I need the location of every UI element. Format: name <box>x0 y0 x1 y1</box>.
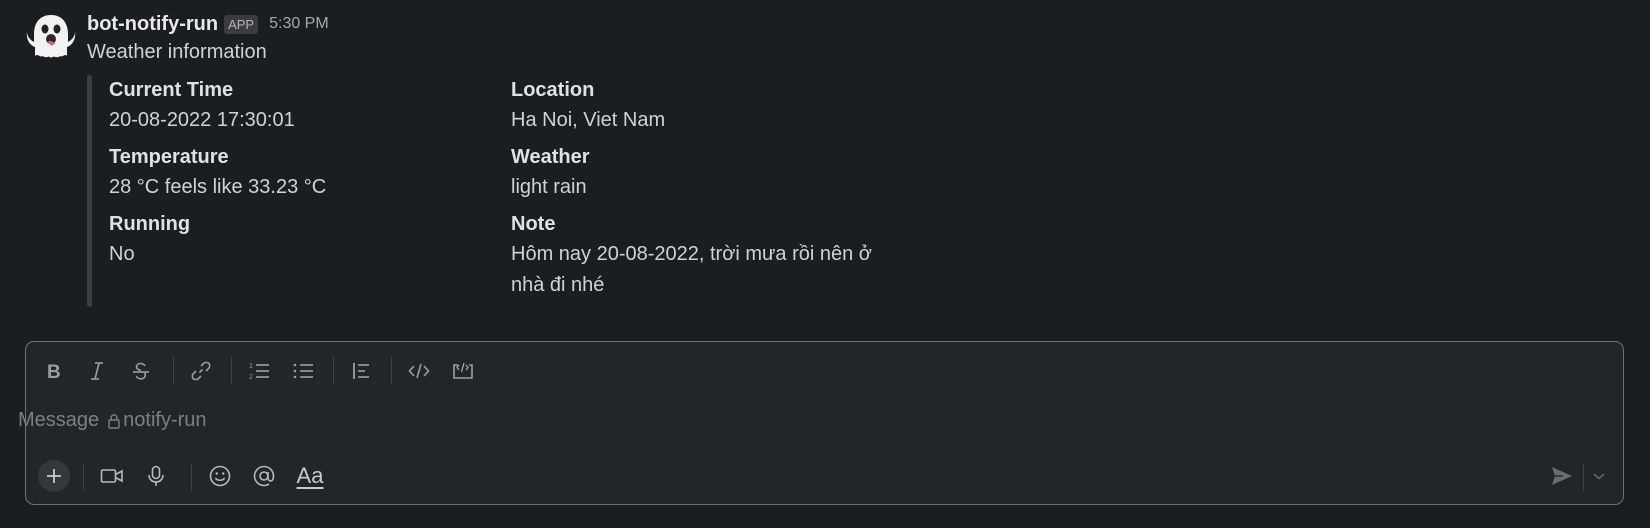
link-icon[interactable] <box>186 356 216 386</box>
field-title: Current Time <box>109 79 234 101</box>
field-title: Location <box>511 79 595 101</box>
blockquote-icon[interactable] <box>346 356 376 386</box>
svg-text:1: 1 <box>249 363 253 370</box>
field-note: Note Hôm nay 20-08-2022, trời mưa rồi nê… <box>511 209 901 301</box>
field-title: Temperature <box>109 146 229 168</box>
formatting-toolbar: B 12 <box>26 342 1623 399</box>
channel-name: notify-run <box>123 409 207 431</box>
field-current-time: Current Time 20-08-2022 17:30:01 <box>109 75 489 136</box>
field-value: Ha Noi, Viet Nam <box>511 109 666 131</box>
message-text: Weather information <box>87 41 267 63</box>
field-value: No <box>109 243 135 265</box>
format-text-icon[interactable]: Aa <box>292 460 328 492</box>
italic-icon[interactable] <box>82 356 112 386</box>
ghost-avatar-icon[interactable] <box>24 12 78 62</box>
code-block-icon[interactable] <box>448 356 478 386</box>
field-location: Location Ha Noi, Viet Nam <box>511 75 901 136</box>
emoji-icon[interactable] <box>204 460 236 492</box>
mention-icon[interactable] <box>248 460 280 492</box>
toolbar-divider <box>391 357 392 385</box>
toolbar-divider <box>231 357 232 385</box>
send-icon[interactable] <box>1546 460 1578 492</box>
message-composer: B 12 Aa <box>25 341 1624 505</box>
format-text-label: Aa <box>296 463 324 488</box>
field-title: Weather <box>511 146 590 168</box>
field-running: Running No <box>109 209 489 270</box>
bulleted-list-icon[interactable] <box>288 356 318 386</box>
field-value: 28 °C feels like 33.23 °C <box>109 176 327 198</box>
sender-name[interactable]: bot-notify-run <box>87 13 218 36</box>
toolbar-divider <box>333 357 334 385</box>
microphone-icon[interactable] <box>140 460 172 492</box>
field-weather: Weather light rain <box>511 142 901 203</box>
strikethrough-icon[interactable] <box>126 356 156 386</box>
toolbar-divider <box>191 463 192 491</box>
attachment-bar <box>87 75 92 307</box>
message-item: bot-notify-run APP 5:30 PM Weather infor… <box>0 0 1650 330</box>
field-value: light rain <box>511 176 587 198</box>
svg-text:B: B <box>47 362 61 381</box>
app-badge: APP <box>224 14 259 34</box>
field-value: Hôm nay 20-08-2022, trời mưa rồi nên ở n… <box>511 243 872 296</box>
toolbar-divider <box>173 357 174 385</box>
plus-icon[interactable] <box>38 460 70 492</box>
message-timestamp[interactable]: 5:30 PM <box>269 15 329 33</box>
bold-icon[interactable]: B <box>38 356 68 386</box>
field-title: Note <box>511 213 556 235</box>
lock-icon <box>107 413 121 429</box>
field-title: Running <box>109 213 191 235</box>
field-value: 20-08-2022 17:30:01 <box>109 109 295 131</box>
svg-text:2: 2 <box>249 374 253 381</box>
placeholder-prefix: Message <box>18 409 100 431</box>
chevron-down-icon[interactable] <box>1587 460 1611 492</box>
weather-attachment: Current Time 20-08-2022 17:30:01 Locatio… <box>87 75 907 307</box>
message-input[interactable]: Message notify-run <box>18 409 207 432</box>
composer-actions: Aa <box>26 450 1623 498</box>
code-icon[interactable] <box>404 356 434 386</box>
ordered-list-icon[interactable]: 12 <box>244 356 274 386</box>
toolbar-divider <box>83 463 84 491</box>
toolbar-divider <box>1583 463 1584 491</box>
message-header: bot-notify-run APP 5:30 PM <box>87 11 329 37</box>
video-icon[interactable] <box>96 460 128 492</box>
field-temperature: Temperature 28 °C feels like 33.23 °C <box>109 142 489 203</box>
